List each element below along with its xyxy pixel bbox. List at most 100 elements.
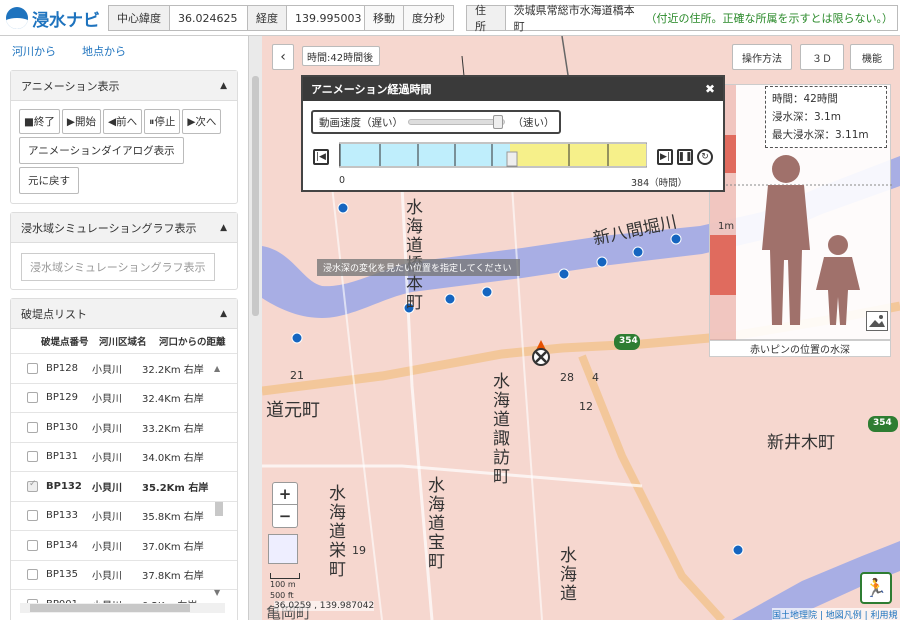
sensor-marker[interactable]	[632, 246, 644, 258]
timeline-past	[340, 144, 510, 166]
sensor-marker[interactable]	[444, 293, 456, 305]
minimap-thumbnail[interactable]	[268, 534, 298, 564]
table-row[interactable]: BP129 小貝川 32.4Km 右岸	[11, 382, 237, 413]
list-hscrollbar[interactable]	[20, 603, 225, 613]
reset-button[interactable]: 元に戻す	[19, 167, 79, 194]
elevation-label: 21	[290, 369, 304, 382]
row-checkbox[interactable]	[27, 569, 38, 581]
row-checkbox[interactable]	[27, 451, 38, 463]
list-hscroll-thumb[interactable]	[30, 604, 190, 612]
col-breach-id: 破堤点番号	[41, 337, 89, 348]
timeline-start: 0	[339, 175, 346, 186]
elevation-label: 28	[560, 371, 574, 384]
pause-button[interactable]: ❚❚	[677, 149, 693, 165]
river-distance: 33.2Km 右岸	[142, 423, 204, 435]
row-checkbox[interactable]	[27, 479, 38, 492]
scroll-up-icon[interactable]: ▲	[214, 364, 224, 373]
lat-field[interactable]: 36.024625	[170, 6, 248, 30]
close-icon[interactable]: ✖	[705, 82, 715, 96]
label-shin-araki: 新井木町	[767, 433, 835, 453]
table-row[interactable]: BP132 小貝川 35.2Km 右岸	[11, 471, 237, 501]
sensor-marker[interactable]	[481, 286, 493, 298]
river-name: 小貝川	[92, 482, 122, 494]
river-name: 小貝川	[92, 512, 122, 524]
anim-next-button[interactable]: ▶次へ	[182, 109, 222, 134]
timeline-bar[interactable]	[339, 141, 647, 169]
sensor-marker[interactable]	[596, 256, 608, 268]
splitter-grip[interactable]	[252, 76, 259, 316]
play-end-button[interactable]: ▶|	[657, 149, 673, 165]
anim-dialog-button[interactable]: アニメーションダイアログ表示	[19, 137, 184, 164]
anim-end-button[interactable]: ■終了	[19, 109, 60, 134]
three-d-button[interactable]: ３Ｄ	[800, 44, 844, 70]
graph-panel-header[interactable]: 浸水域シミュレーショングラフ表示 ▲	[11, 213, 237, 243]
speed-slider[interactable]	[408, 115, 505, 129]
rewind-button[interactable]: |◀	[313, 149, 329, 165]
collapse-sidebar-button[interactable]: ‹	[272, 44, 294, 70]
sensor-marker[interactable]	[291, 332, 303, 344]
table-row[interactable]: BP128 小貝川 32.2Km 右岸	[11, 353, 237, 383]
map-attribution[interactable]: 国土地理院 | 地図凡例 | 利用規約	[772, 608, 900, 620]
chevron-up-icon: ▲	[220, 222, 227, 233]
sensor-marker[interactable]	[558, 268, 570, 280]
speed-fast-label: （速い）	[512, 116, 555, 129]
panel-splitter[interactable]	[249, 36, 262, 620]
evacuation-icon[interactable]: 🏃	[860, 572, 892, 604]
table-row[interactable]: BP134 小貝川 37.0Km 右岸	[11, 530, 237, 560]
timeline-thumb[interactable]	[506, 151, 518, 167]
anim-stop-button[interactable]: ⏸停止	[144, 109, 181, 134]
river-distance: 32.2Km 右岸	[142, 364, 204, 376]
row-checkbox[interactable]	[27, 421, 38, 433]
repeat-icon[interactable]: ↻	[697, 149, 713, 165]
zoom-out-button[interactable]: −	[273, 505, 297, 527]
breach-panel: 破堤点リスト ▲ 破堤点番号 河川区域名 河口からの距離 BP128 小貝川 32.…	[10, 298, 238, 620]
graph-display-button[interactable]: 浸水域シミュレーショングラフ表示	[21, 253, 215, 281]
sensor-marker[interactable]	[337, 202, 349, 214]
anim-start-button[interactable]: ▶開始	[61, 109, 101, 134]
sensor-marker[interactable]	[732, 544, 744, 556]
breach-id: BP130	[46, 421, 78, 433]
sensor-marker[interactable]	[670, 233, 682, 245]
timeline-future	[510, 144, 646, 166]
table-row[interactable]: BP135 小貝川 37.8Km 右岸	[11, 559, 237, 590]
list-scroll-thumb[interactable]	[215, 502, 223, 516]
move-button[interactable]: 移動	[365, 6, 404, 30]
dms-button[interactable]: 度分秒	[404, 6, 453, 30]
breach-panel-header[interactable]: 破堤点リスト ▲	[11, 299, 237, 329]
river-name: 小貝川	[92, 394, 122, 406]
features-button[interactable]: 機能	[850, 44, 894, 70]
tab-from-point[interactable]: 地点から	[82, 43, 126, 59]
chevron-up-icon: ▲	[220, 80, 227, 91]
graph-panel: 浸水域シミュレーショングラフ表示 ▲ 浸水域シミュレーショングラフ表示	[10, 212, 238, 290]
row-checkbox[interactable]	[27, 510, 38, 522]
row-checkbox[interactable]	[27, 539, 38, 551]
row-checkbox[interactable]	[27, 362, 38, 374]
label-mitsukaido: 水海道	[556, 546, 576, 603]
anim-prev-button[interactable]: ◀前へ	[103, 109, 143, 134]
scale-meters: 100 m	[270, 580, 296, 589]
river-distance: 35.8Km 右岸	[142, 512, 204, 524]
lng-field[interactable]: 139.995003	[287, 6, 365, 30]
app-header: 浸水ナビ 中心緯度 36.024625 経度 139.995003 移動 度分秒…	[0, 0, 900, 36]
table-row[interactable]: BP131 小貝川 34.0Km 右岸	[11, 441, 237, 472]
image-icon-glyph	[869, 315, 885, 327]
image-icon[interactable]	[866, 311, 888, 331]
sidebar-tabs: 河川から 地点から	[0, 36, 248, 66]
speed-slider-thumb[interactable]	[492, 115, 503, 129]
table-row[interactable]: BP133 小貝川 35.8Km 右岸	[11, 500, 237, 531]
app-logo[interactable]: 浸水ナビ	[6, 4, 100, 32]
table-row[interactable]: BP130 小貝川 33.2Km 右岸	[11, 412, 237, 442]
help-button[interactable]: 操作方法	[732, 44, 792, 70]
tab-from-river[interactable]: 河川から	[12, 43, 56, 59]
list-scrollbar[interactable]: ▲ ▼	[214, 364, 224, 597]
animation-panel-title: アニメーション表示	[21, 79, 120, 93]
breach-panel-title: 破堤点リスト	[21, 307, 87, 321]
scroll-down-icon[interactable]: ▼	[214, 588, 220, 597]
animation-dialog-header[interactable]: アニメーション経過時間 ✖	[303, 77, 723, 101]
col-distance: 河口からの距離	[159, 337, 226, 348]
animation-panel-header[interactable]: アニメーション表示 ▲	[11, 71, 237, 101]
zoom-in-button[interactable]: +	[273, 483, 297, 505]
row-checkbox[interactable]	[27, 392, 38, 404]
wave-logo-icon	[6, 7, 28, 29]
breach-id: BP132	[46, 480, 82, 492]
